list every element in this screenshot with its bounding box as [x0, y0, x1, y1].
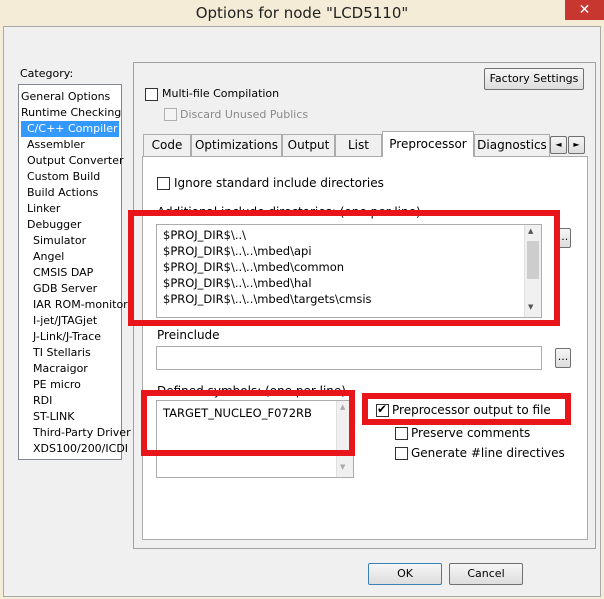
category-item[interactable]: Debugger [19, 217, 121, 233]
close-button[interactable]: ✕ [565, 0, 604, 20]
tab-scroll-right-button[interactable]: ► [568, 136, 585, 154]
category-item[interactable]: Runtime Checking [19, 105, 121, 121]
category-item[interactable]: Custom Build [19, 169, 121, 185]
tab-code[interactable]: Code [143, 134, 191, 156]
category-list[interactable]: General Options Runtime Checking C/C++ Com… [18, 84, 131, 460]
category-item[interactable]: C/C++ Compiler [21, 121, 119, 137]
tab-output[interactable]: Output [282, 134, 335, 156]
category-item[interactable]: I-jet/JTAGjet [19, 313, 121, 329]
category-item[interactable]: ST-LINK [19, 409, 121, 425]
category-item[interactable]: XDS100/200/ICDI [19, 441, 128, 457]
category-label: Category: [20, 67, 74, 80]
category-item[interactable]: Linker [19, 201, 121, 217]
category-item[interactable]: CMSIS DAP [19, 265, 121, 281]
preinclude-label: Preinclude [157, 328, 220, 342]
multifile-label: Multi-file Compilation [162, 87, 280, 100]
highlight-box-defined-symbols [141, 390, 355, 456]
highlight-box-include-dirs [128, 210, 560, 326]
highlight-box-pp-output [362, 393, 571, 425]
ok-button[interactable]: OK [368, 563, 442, 585]
multifile-checkbox[interactable] [145, 88, 158, 101]
tab-list[interactable]: List [335, 134, 382, 156]
discard-label: Discard Unused Publics [180, 108, 309, 121]
tab-diagnostics[interactable]: Diagnostics [474, 134, 550, 156]
category-item[interactable]: General Options [19, 89, 121, 105]
preserve-comments-checkbox[interactable] [395, 427, 408, 440]
preinclude-input[interactable] [156, 346, 542, 370]
category-item[interactable]: J-Link/J-Trace [19, 329, 121, 345]
category-item[interactable]: Assembler [19, 137, 121, 153]
category-item[interactable]: Macraigor [19, 361, 121, 377]
category-item[interactable]: Third-Party Driver [19, 425, 131, 441]
category-item[interactable]: IAR ROM-monitor [19, 297, 128, 313]
category-item[interactable]: TI Stellaris [19, 345, 121, 361]
preserve-comments-label: Preserve comments [411, 426, 531, 440]
cancel-button[interactable]: Cancel [449, 563, 523, 585]
category-item[interactable]: PE micro [19, 377, 121, 393]
tab-scroll-left-button[interactable]: ◄ [550, 136, 567, 154]
generate-line-label: Generate #line directives [411, 446, 565, 460]
discard-checkbox [164, 108, 177, 121]
tab-optimizations[interactable]: Optimizations [191, 134, 282, 156]
category-item[interactable]: RDI [19, 393, 121, 409]
preinclude-browse-button[interactable]: ... [555, 348, 571, 368]
ignore-std-label: Ignore standard include directories [174, 176, 384, 190]
ignore-std-checkbox[interactable] [157, 177, 170, 190]
window-title: Options for node "LCD5110" [195, 4, 409, 22]
category-item[interactable]: Angel [19, 249, 121, 265]
category-item[interactable]: GDB Server [19, 281, 121, 297]
category-item[interactable]: Build Actions [19, 185, 121, 201]
category-item[interactable]: Output Converter [19, 153, 124, 169]
scroll-down-icon[interactable]: ▼ [340, 463, 345, 471]
category-item[interactable]: Simulator [19, 233, 121, 249]
factory-settings-button[interactable]: Factory Settings [484, 68, 584, 90]
generate-line-checkbox[interactable] [395, 447, 408, 460]
tab-preprocessor[interactable]: Preprocessor [382, 131, 474, 157]
